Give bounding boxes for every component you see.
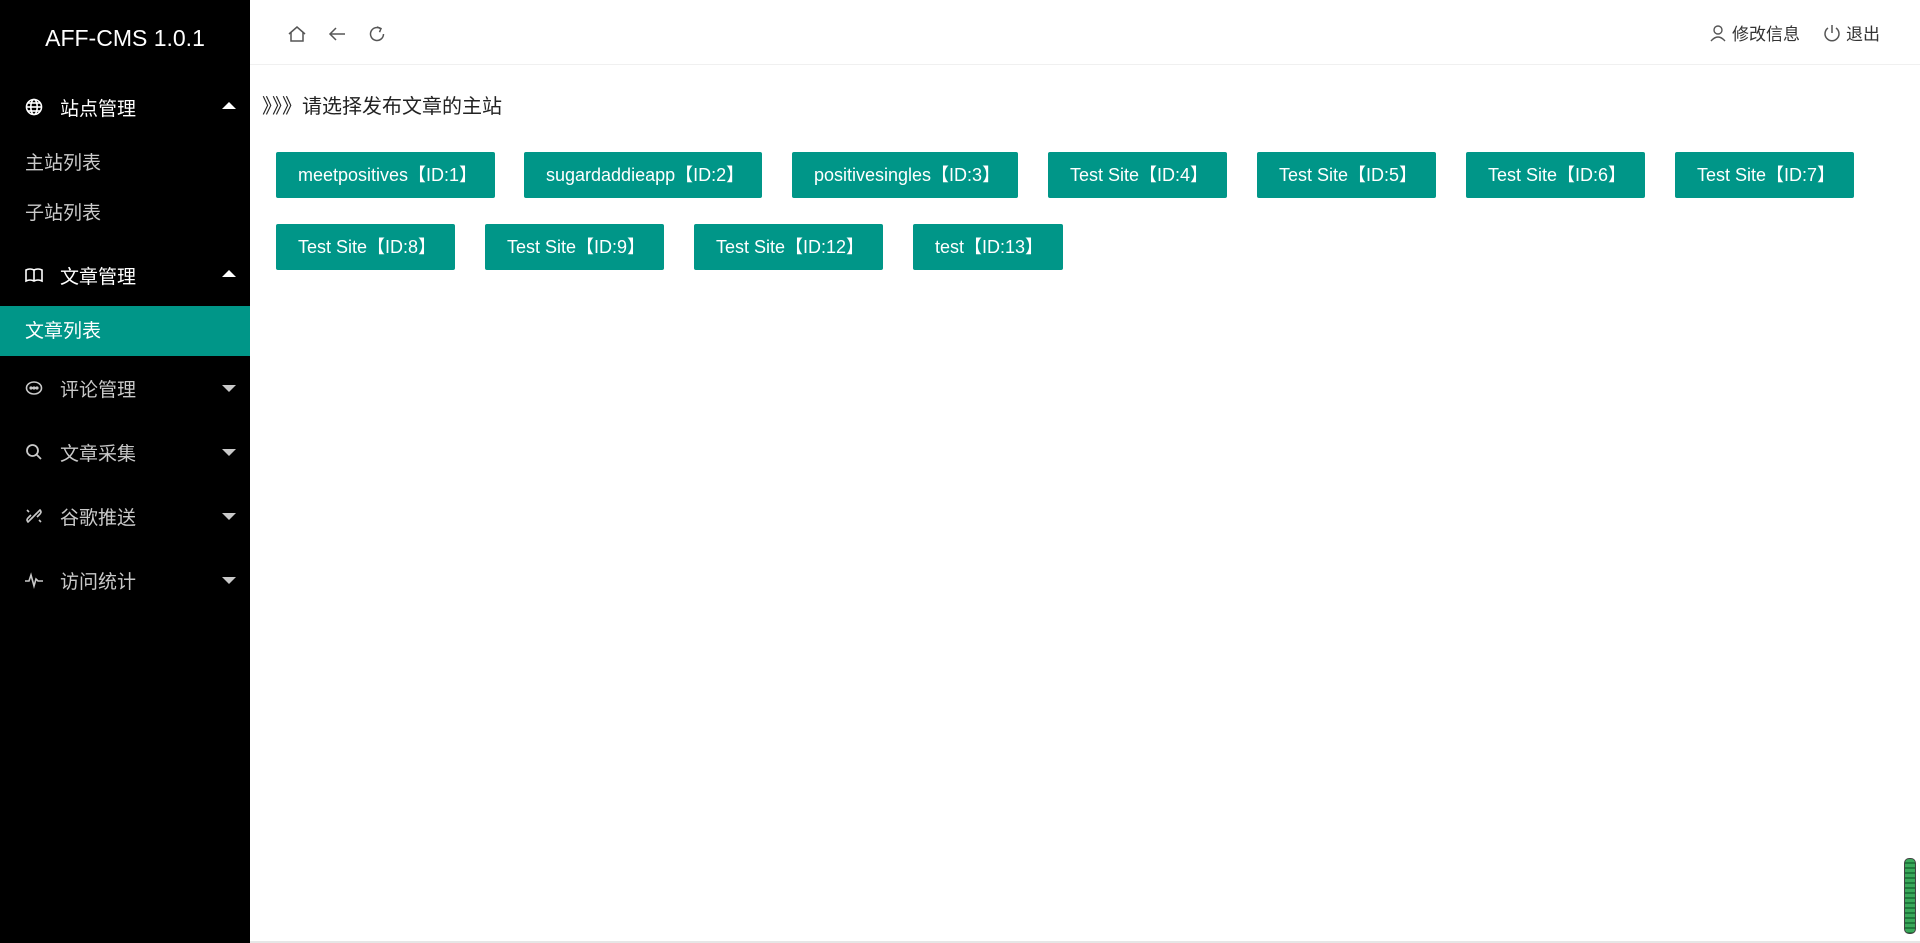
globe-icon: [24, 97, 44, 117]
nav-group-comment-management[interactable]: 评论管理: [0, 356, 250, 420]
scrollbar-thumb[interactable]: [1904, 858, 1916, 934]
nav-item-main-sites[interactable]: 主站列表: [0, 138, 250, 188]
caret-down-icon: [222, 577, 236, 584]
site-button[interactable]: Test Site【ID:7】: [1675, 152, 1854, 198]
nav-group-label: 谷歌推送: [60, 506, 137, 529]
site-button[interactable]: Test Site【ID:5】: [1257, 152, 1436, 198]
nav-group-label: 文章管理: [60, 265, 137, 288]
nav-group-label: 评论管理: [60, 378, 137, 401]
top-header: 修改信息 退出: [250, 0, 1920, 65]
site-button[interactable]: meetpositives【ID:1】: [276, 152, 495, 198]
nav-group-visit-stats[interactable]: 访问统计: [0, 548, 250, 612]
nav-item-sub-sites[interactable]: 子站列表: [0, 188, 250, 238]
caret-down-icon: [222, 449, 236, 456]
link-icon: [24, 506, 44, 526]
home-icon[interactable]: [285, 22, 309, 46]
site-button[interactable]: Test Site【ID:4】: [1048, 152, 1227, 198]
nav-group-article-collection[interactable]: 文章采集: [0, 420, 250, 484]
caret-down-icon: [222, 385, 236, 392]
caret-down-icon: [222, 513, 236, 520]
user-icon: [1710, 24, 1726, 41]
power-icon: [1824, 24, 1840, 41]
book-icon: [24, 265, 44, 285]
sidebar: AFF-CMS 1.0.1 站点管理 主站列表 子站列表 文章管理 文章列表 评…: [0, 0, 250, 943]
caret-up-icon: [222, 270, 236, 277]
edit-info-label: 修改信息: [1732, 25, 1800, 45]
site-button[interactable]: Test Site【ID:8】: [276, 224, 455, 270]
edit-info-button[interactable]: 修改信息: [1708, 20, 1800, 45]
nav-group-label: 站点管理: [60, 97, 137, 120]
site-button[interactable]: sugardaddieapp【ID:2】: [524, 152, 762, 198]
site-button[interactable]: Test Site【ID:6】: [1466, 152, 1645, 198]
caret-up-icon: [222, 102, 236, 109]
nav-group-label: 文章采集: [60, 442, 137, 465]
site-button[interactable]: test【ID:13】: [913, 224, 1063, 270]
search-icon: [24, 442, 44, 462]
comment-icon: [24, 378, 44, 398]
site-button[interactable]: positivesingles【ID:3】: [792, 152, 1018, 198]
site-button[interactable]: Test Site【ID:9】: [485, 224, 664, 270]
refresh-icon[interactable]: [365, 22, 389, 46]
logout-button[interactable]: 退出: [1822, 20, 1880, 45]
pulse-icon: [24, 570, 44, 590]
nav-group-article-management[interactable]: 文章管理: [0, 244, 250, 306]
app-logo-title: AFF-CMS 1.0.1: [45, 25, 205, 51]
nav-group-site-management[interactable]: 站点管理: [0, 76, 250, 138]
nav-item-article-list[interactable]: 文章列表: [0, 306, 250, 356]
nav-group-google-push[interactable]: 谷歌推送: [0, 484, 250, 548]
logout-label: 退出: [1846, 25, 1880, 45]
back-arrow-icon[interactable]: [325, 22, 349, 46]
page-prompt: 》》》请选择发布文章的主站: [262, 94, 502, 118]
site-button[interactable]: Test Site【ID:12】: [694, 224, 883, 270]
nav-group-label: 访问统计: [60, 570, 137, 593]
